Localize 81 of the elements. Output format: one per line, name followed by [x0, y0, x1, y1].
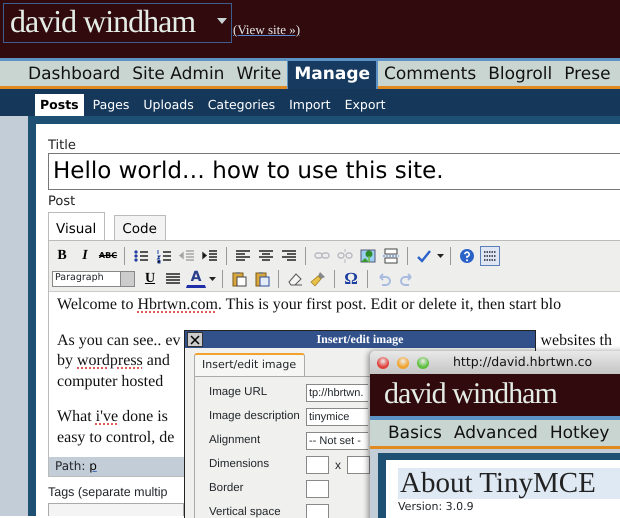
caret-icon[interactable] [209, 276, 216, 280]
field-label: Post [48, 194, 76, 209]
nav-tab[interactable]: Comments [378, 61, 482, 86]
subnav-tab[interactable]: Export [340, 94, 391, 116]
site-title: david windham [370, 374, 620, 420]
close-icon[interactable] [377, 356, 389, 368]
nav-tab[interactable]: Write [230, 61, 288, 86]
input-field[interactable]: tinymice [306, 408, 368, 426]
separator-text: x [335, 456, 341, 474]
format-button[interactable]: A [186, 270, 206, 288]
caret-icon [217, 18, 227, 24]
editor-tab[interactable]: Visual [48, 212, 106, 240]
indent-icon[interactable] [202, 248, 218, 264]
text-line: What i've done is [57, 407, 168, 427]
input-field[interactable] [306, 480, 329, 498]
nav-tab[interactable]: Site Admin [126, 61, 230, 86]
nav-tab[interactable]: Basics [388, 420, 442, 446]
close-icon [190, 334, 200, 344]
subnav-tab[interactable]: Import [284, 94, 336, 116]
spellcheck-icon[interactable] [416, 248, 432, 264]
bullet-list-icon[interactable] [133, 248, 149, 264]
version-text: Version: 3.0.9 [398, 500, 475, 513]
format-button[interactable]: B [52, 246, 72, 266]
subnav-tab[interactable]: Posts [35, 94, 84, 116]
caret-icon[interactable] [437, 254, 444, 258]
input-field[interactable] [306, 504, 329, 518]
dialog-title: Insert/edit image [316, 332, 404, 346]
format-button[interactable]: I [75, 246, 95, 266]
help-icon[interactable] [459, 248, 475, 264]
nav-tab[interactable]: Dashboard [22, 61, 126, 86]
paste-word-icon[interactable] [254, 270, 270, 286]
image-icon[interactable] [360, 248, 376, 264]
field-label: Image URL [209, 384, 268, 400]
window-title: http://david.hbrtwn.co [453, 353, 592, 372]
subnav-tab[interactable]: Pages [88, 94, 134, 116]
close-button[interactable] [187, 332, 203, 347]
subnav-tab[interactable]: Categories [202, 94, 280, 116]
page-heading: About TinyMCE [398, 468, 620, 499]
text-line: easy to control, de [57, 428, 174, 448]
path-label: Path: [55, 459, 86, 473]
field-label: Vertical space [209, 504, 282, 518]
align-center-icon[interactable] [258, 248, 274, 264]
path-link[interactable]: p [89, 459, 97, 473]
field-label: Border [209, 480, 245, 496]
text-line: websites th [540, 330, 612, 350]
align-right-icon[interactable] [281, 248, 297, 264]
dialog-tab[interactable]: Insert/edit image [194, 353, 306, 376]
text-line: Welcome to Hbrtwn.com. This is your first post. Edit or delete it, then start blo [57, 295, 562, 315]
subnav-tab[interactable]: Uploads [138, 94, 199, 116]
nav-tab[interactable]: Manage [287, 61, 378, 89]
nav-tab[interactable]: Prese [558, 61, 617, 86]
eraser-icon[interactable] [287, 270, 303, 286]
field-label: Alignment [209, 432, 262, 448]
view-site-link[interactable]: (View site ») [233, 22, 300, 38]
field-label: Dimensions [209, 456, 270, 472]
input-field[interactable] [347, 456, 370, 474]
input-field[interactable] [306, 456, 329, 474]
format-button[interactable]: ABC [98, 246, 118, 266]
editor-tab[interactable]: Code [114, 215, 166, 240]
format-button[interactable]: U [140, 268, 160, 288]
brush-icon[interactable] [310, 270, 326, 286]
nav-tab[interactable]: Hotkey [550, 420, 610, 446]
numbered-list-icon[interactable] [156, 248, 172, 264]
text-line: As you can see.. ev [57, 330, 181, 350]
justify-icon[interactable] [165, 270, 181, 286]
text-line: by wordpress and [57, 351, 170, 371]
page-break-icon[interactable] [383, 248, 399, 264]
input-field[interactable]: tp://hbrtwn. [306, 384, 368, 402]
format-button[interactable]: Ω [341, 268, 361, 288]
block-format-select[interactable]: Paragraph [52, 270, 135, 286]
text-line: computer hosted [57, 372, 164, 392]
title-field[interactable]: Hello world… how to use this site. [48, 153, 620, 190]
nav-tab[interactable]: Advanced [454, 420, 538, 446]
field-label: Image description [209, 408, 301, 424]
field-label: Tags (separate multip [48, 485, 169, 499]
select-field[interactable]: -- Not set - [306, 432, 368, 450]
paste-text-icon[interactable] [231, 270, 247, 286]
site-switcher-button[interactable]: david windham [3, 3, 232, 43]
nav-tab[interactable]: Blogroll [482, 61, 558, 86]
field-label: Title [48, 138, 77, 153]
align-left-icon[interactable] [235, 248, 251, 264]
